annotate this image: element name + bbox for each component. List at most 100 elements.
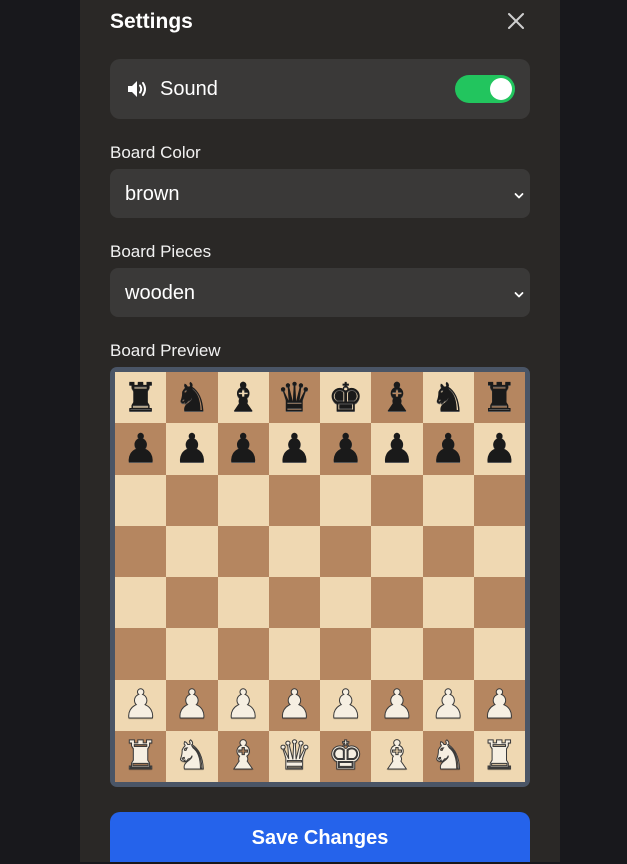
board-square — [320, 525, 372, 577]
black-rook-icon: ♜ — [122, 374, 159, 421]
board-square — [217, 474, 269, 526]
black-pawn-icon: ♟ — [173, 425, 210, 472]
close-icon[interactable] — [504, 9, 528, 33]
white-pawn-icon: ♟ — [327, 682, 364, 729]
black-rook-icon: ♜ — [481, 374, 518, 421]
white-knight-icon: ♞ — [173, 733, 210, 780]
board-square: ♟ — [115, 679, 167, 731]
board-square: ♟ — [320, 679, 372, 731]
board-square — [473, 474, 525, 526]
black-knight-icon: ♞ — [430, 374, 467, 421]
black-pawn-icon: ♟ — [430, 425, 467, 472]
board-color-label: Board Color — [110, 143, 201, 162]
black-pawn-icon: ♟ — [327, 425, 364, 472]
board-square: ♟ — [217, 679, 269, 731]
black-knight-icon: ♞ — [173, 374, 210, 421]
white-pawn-icon: ♟ — [173, 682, 210, 729]
board-square: ♟ — [473, 679, 525, 731]
board-square: ♞ — [166, 372, 218, 424]
board-color-select[interactable]: brown — [110, 169, 530, 218]
white-pawn-icon: ♟ — [378, 682, 415, 729]
white-pawn-icon: ♟ — [276, 682, 313, 729]
board-square: ♜ — [473, 730, 525, 782]
board-square: ♟ — [371, 679, 423, 731]
white-pawn-icon: ♟ — [481, 682, 518, 729]
board-square: ♛ — [268, 372, 320, 424]
board-square — [422, 628, 474, 680]
black-pawn-icon: ♟ — [225, 425, 262, 472]
board-square: ♟ — [166, 679, 218, 731]
board-square: ♞ — [166, 730, 218, 782]
black-pawn-icon: ♟ — [378, 425, 415, 472]
board-square — [371, 577, 423, 629]
board-square: ♚ — [320, 372, 372, 424]
board-square: ♝ — [217, 372, 269, 424]
board-square — [422, 525, 474, 577]
board-square: ♜ — [473, 372, 525, 424]
board-square: ♟ — [422, 423, 474, 475]
board-square: ♛ — [268, 730, 320, 782]
board-square — [268, 474, 320, 526]
board-square — [217, 577, 269, 629]
white-pawn-icon: ♟ — [225, 682, 262, 729]
black-bishop-icon: ♝ — [225, 374, 262, 421]
black-pawn-icon: ♟ — [122, 425, 159, 472]
board-square: ♞ — [422, 372, 474, 424]
chessboard: ♜ ♞ ♝ ♛ ♚ ♝ ♞ ♜ ♟ ♟ ♟ ♟ ♟ ♟ ♟ ♟ ♟ ♟ ♟ ♟ ♟ ♟ ♟ ♟ ♜ ♞ ♝ ♛ ♚ ♝ ♞ ♜ — [115, 372, 525, 782]
white-bishop-icon: ♝ — [225, 733, 262, 780]
board-square: ♝ — [371, 730, 423, 782]
board-square — [115, 474, 167, 526]
black-king-icon: ♚ — [327, 374, 364, 421]
board-square — [217, 525, 269, 577]
board-square — [166, 474, 218, 526]
board-square: ♞ — [422, 730, 474, 782]
board-square — [371, 474, 423, 526]
board-square — [268, 525, 320, 577]
black-queen-icon: ♛ — [276, 374, 313, 421]
white-rook-icon: ♜ — [481, 733, 518, 780]
board-square — [473, 628, 525, 680]
board-square: ♝ — [217, 730, 269, 782]
board-square — [422, 474, 474, 526]
board-square: ♟ — [217, 423, 269, 475]
white-pawn-icon: ♟ — [122, 682, 159, 729]
board-pieces-value: wooden — [125, 282, 196, 304]
board-square: ♟ — [473, 423, 525, 475]
black-pawn-icon: ♟ — [276, 425, 313, 472]
board-preview: ♜ ♞ ♝ ♛ ♚ ♝ ♞ ♜ ♟ ♟ ♟ ♟ ♟ ♟ ♟ ♟ ♟ ♟ ♟ ♟ ♟ ♟ ♟ ♟ ♜ ♞ ♝ ♛ ♚ ♝ ♞ ♜ — [110, 367, 530, 787]
chevron-down-icon — [514, 287, 524, 298]
board-square — [166, 577, 218, 629]
board-square — [371, 525, 423, 577]
board-square — [166, 525, 218, 577]
white-bishop-icon: ♝ — [378, 733, 415, 780]
dialog-title: Settings — [110, 10, 193, 33]
board-square — [320, 577, 372, 629]
board-square: ♟ — [166, 423, 218, 475]
board-square — [473, 525, 525, 577]
black-pawn-icon: ♟ — [481, 425, 518, 472]
chevron-down-icon — [514, 188, 524, 199]
board-square — [268, 577, 320, 629]
white-king-icon: ♚ — [327, 733, 364, 780]
board-preview-label: Board Preview — [110, 341, 221, 360]
board-square — [320, 628, 372, 680]
sound-label: Sound — [160, 78, 218, 100]
white-knight-icon: ♞ — [430, 733, 467, 780]
board-square — [473, 577, 525, 629]
board-square: ♟ — [115, 423, 167, 475]
board-square: ♚ — [320, 730, 372, 782]
sound-toggle[interactable] — [455, 75, 515, 103]
board-square: ♜ — [115, 372, 167, 424]
board-pieces-select[interactable]: wooden — [110, 268, 530, 317]
board-square: ♜ — [115, 730, 167, 782]
settings-dialog: Settings Sound Board Color brown Board P… — [80, 0, 560, 862]
sound-setting-row: Sound — [110, 59, 530, 119]
board-square — [166, 628, 218, 680]
board-pieces-label: Board Pieces — [110, 242, 212, 261]
board-square — [268, 628, 320, 680]
black-bishop-icon: ♝ — [378, 374, 415, 421]
save-changes-button[interactable]: Save Changes — [110, 812, 530, 862]
white-queen-icon: ♛ — [276, 733, 313, 780]
board-square — [217, 628, 269, 680]
board-square — [422, 577, 474, 629]
